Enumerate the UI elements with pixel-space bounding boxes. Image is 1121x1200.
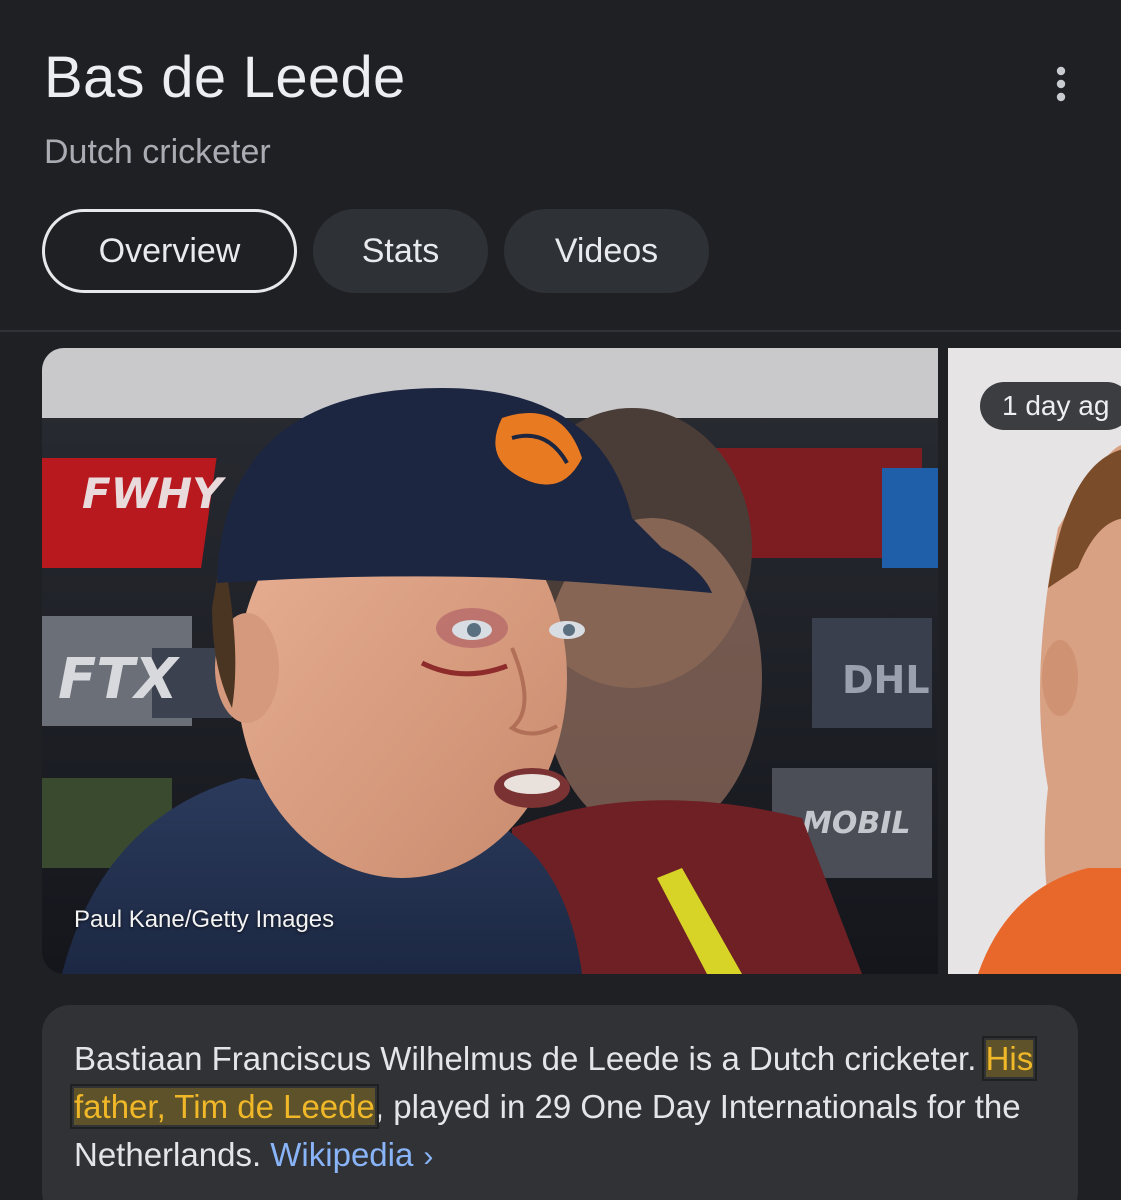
wikipedia-link[interactable]: Wikipedia xyxy=(270,1136,413,1173)
tab-overview[interactable]: Overview xyxy=(42,209,297,293)
second-photo-illustration xyxy=(948,348,1121,974)
side-photo[interactable]: 1 day ag xyxy=(948,348,1121,974)
time-badge: 1 day ag xyxy=(980,382,1121,430)
player-photo-illustration: FWHY FTX DHL MOBIL xyxy=(42,348,938,974)
page-title: Bas de Leede xyxy=(44,45,406,110)
image-carousel[interactable]: FWHY FTX DHL MOBIL Paul Kane/Getty Image… xyxy=(42,348,1121,974)
description-card: Bastiaan Franciscus Wilhelmus de Leede i… xyxy=(42,1005,1078,1200)
knowledge-panel: Bas de Leede Dutch cricketer Overview St… xyxy=(0,0,1121,1200)
main-photo[interactable]: FWHY FTX DHL MOBIL Paul Kane/Getty Image… xyxy=(42,348,938,974)
chevron-right-icon[interactable]: › xyxy=(423,1140,433,1173)
tab-stats[interactable]: Stats xyxy=(313,209,488,293)
more-options-button[interactable] xyxy=(1036,62,1086,106)
image-credit: Paul Kane/Getty Images xyxy=(74,906,335,933)
section-divider xyxy=(0,330,1121,332)
sponsor-logo-text: DHL xyxy=(842,658,930,702)
sponsor-logo-text: FWHY xyxy=(82,469,226,518)
sponsor-logo-text: MOBIL xyxy=(802,806,911,841)
tab-bar: Overview Stats Videos xyxy=(42,209,709,293)
sponsor-logo-text: FTX xyxy=(58,647,180,712)
more-vert-icon xyxy=(1056,66,1066,102)
page-subtitle: Dutch cricketer xyxy=(44,133,271,171)
tab-videos[interactable]: Videos xyxy=(504,209,709,293)
description-text: Bastiaan Franciscus Wilhelmus de Leede i… xyxy=(74,1040,986,1077)
